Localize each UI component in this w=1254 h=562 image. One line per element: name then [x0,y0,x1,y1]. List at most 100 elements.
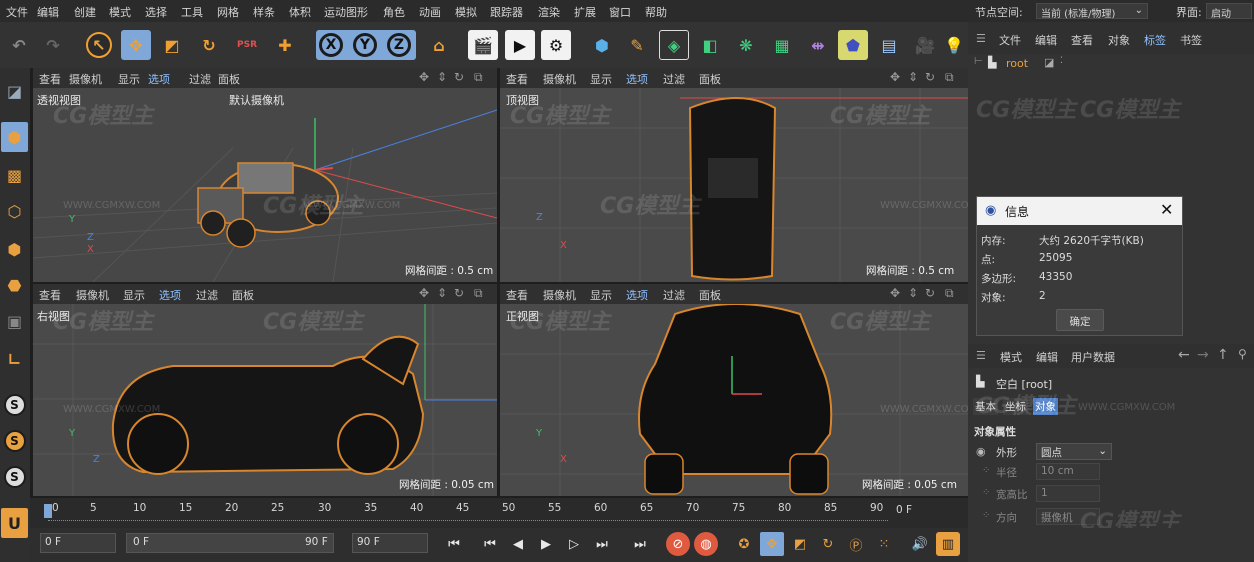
vp-menu-view[interactable]: 查看 [506,287,528,303]
vp-menu-panel[interactable]: 面板 [699,71,721,87]
am-menu-userdata[interactable]: 用户数据 [1071,349,1115,365]
vp-menu-filter[interactable]: 过滤 [189,71,211,87]
next-key-icon[interactable]: ⏭ [590,532,614,556]
menu-render[interactable]: 渲染 [538,4,560,20]
key-rotation-icon[interactable]: ↻ [816,532,840,556]
timeline-ruler[interactable]: 0 5 10 15 20 25 30 35 40 45 50 55 60 65 … [30,498,968,528]
magnet-icon[interactable]: U [1,508,28,538]
menu-mode[interactable]: 模式 [109,4,131,20]
pan-icon[interactable]: ✥ [890,70,900,84]
vp-menu-camera[interactable]: 摄像机 [69,71,102,87]
vp-menu-panel[interactable]: 面板 [218,71,240,87]
radio-icon[interactable]: ◉ [976,445,986,458]
maximize-icon[interactable]: ⧉ [945,70,954,85]
menu-simulate[interactable]: 模拟 [455,4,477,20]
world-coordinate-icon[interactable]: ⌂ [424,30,454,60]
film-icon[interactable]: ▥ [936,532,960,556]
vp-menu-filter[interactable]: 过滤 [663,71,685,87]
vp-menu-display[interactable]: 显示 [590,71,612,87]
menu-mesh[interactable]: 网格 [217,4,239,20]
radio-icon[interactable]: ⁘ [982,487,990,498]
menu-tracker[interactable]: 跟踪器 [490,4,523,20]
axis-x-lock-button[interactable]: X [319,33,343,57]
menu-file[interactable]: 文件 [6,4,28,20]
vp-menu-filter[interactable]: 过滤 [663,287,685,303]
model-mode-icon[interactable]: ⬢ [1,122,28,152]
menu-edit[interactable]: 编辑 [37,4,59,20]
menu-character[interactable]: 角色 [383,4,405,20]
goto-start-icon[interactable]: ⏮ [442,532,466,556]
menu-select[interactable]: 选择 [145,4,167,20]
autokey-icon[interactable]: ◍ [694,532,718,556]
car-model-front[interactable] [638,304,833,495]
snap-settings-icon[interactable]: S [1,426,28,456]
vp-menu-view[interactable]: 查看 [39,71,61,87]
car-model-top[interactable] [688,97,777,281]
maximize-icon[interactable]: ⧉ [474,286,483,301]
vp-menu-display[interactable]: 显示 [123,287,145,303]
menu-spline[interactable]: 样条 [253,4,275,20]
edges-mode-icon[interactable]: ⬢ [1,234,28,264]
right-viewport[interactable]: 查看 摄像机 显示 选项 过滤 面板 ✥ ⇕ ↻ ⧉ 右视图 Y Z 网格间距 … [33,284,497,496]
vp-menu-panel[interactable]: 面板 [699,287,721,303]
play-icon[interactable]: ▶ [534,532,558,556]
om-menu-file[interactable]: 文件 [999,32,1021,48]
texture-mode-icon[interactable]: ▩ [1,160,28,190]
render-picture-icon[interactable]: ▶ [505,30,535,60]
vp-menu-view[interactable]: 查看 [506,71,528,87]
axis-mode-icon[interactable]: ∟ [1,344,28,374]
menu-mograph[interactable]: 运动图形 [324,4,368,20]
vp-menu-display[interactable]: 显示 [118,71,140,87]
search-icon[interactable]: ⚲ [1238,347,1247,361]
hamburger-icon[interactable]: ☰ [976,349,986,362]
range-slider[interactable]: 0 F 90 F [126,533,334,553]
pan-icon[interactable]: ✥ [419,286,429,300]
object-row-root[interactable]: ⊢ ▙ root ◪ ⁚ [974,56,1094,72]
ok-button[interactable]: 确定 [1056,309,1104,331]
snap-icon[interactable]: S [1,390,28,420]
coordinate-tool-icon[interactable]: ✚ [270,30,300,60]
aspect-input[interactable]: 1 [1036,485,1100,502]
vp-menu-camera[interactable]: 摄像机 [76,287,109,303]
vp-menu-camera[interactable]: 摄像机 [543,287,576,303]
object-name[interactable]: root [1006,57,1028,70]
om-menu-bookmarks[interactable]: 书签 [1180,32,1202,48]
key-param-icon[interactable]: Ⓟ [844,532,868,556]
vp-menu-filter[interactable]: 过滤 [196,287,218,303]
subtab-object[interactable]: 对象 [1033,398,1058,415]
psr-icon[interactable]: PSR [232,30,262,60]
move-tool-icon[interactable]: ✥ [121,30,151,60]
key-scale-icon[interactable]: ◩ [788,532,812,556]
layout-select[interactable]: 启动 [1206,3,1252,20]
layer-icon[interactable]: ◪ [1044,56,1054,69]
viewport-camera-label[interactable]: 默认摄像机 [229,92,284,108]
floor-icon[interactable]: ▤ [874,30,904,60]
hamburger-icon[interactable]: ☰ [976,32,986,45]
key-position-icon[interactable]: ✥ [760,532,784,556]
maximize-icon[interactable]: ⧉ [945,286,954,301]
cube-icon[interactable]: ⬢ [587,30,617,60]
node-space-select[interactable]: 当前 (标准/物理) ⌄ [1036,3,1148,20]
subtab-basic[interactable]: 基本 [973,398,998,415]
am-menu-edit[interactable]: 编辑 [1036,349,1058,365]
axis-z-lock-button[interactable]: Z [387,33,411,57]
orbit-icon[interactable]: ↻ [925,286,935,300]
generator-icon[interactable]: ◧ [695,30,725,60]
vp-menu-display[interactable]: 显示 [590,287,612,303]
key-points-icon[interactable]: ⁙ [872,532,896,556]
vp-menu-options[interactable]: 选项 [159,287,181,303]
render-view-icon[interactable]: 🎬 [468,30,498,60]
front-viewport[interactable]: 查看 摄像机 显示 选项 过滤 面板 ✥ ⇕ ↻ ⧉ 正视图 Y X 网格间距 … [500,284,968,496]
vp-menu-options[interactable]: 选项 [626,287,648,303]
menu-create[interactable]: 创建 [74,4,96,20]
axis-y-lock-button[interactable]: Y [353,33,377,57]
up-arrow-icon[interactable]: ↑ [1217,347,1229,363]
menu-extensions[interactable]: 扩展 [574,4,596,20]
am-menu-mode[interactable]: 模式 [1000,349,1022,365]
menu-volume[interactable]: 体积 [289,4,311,20]
zoom-icon[interactable]: ⇕ [437,70,447,84]
goto-end-icon[interactable]: ⏭ [628,532,652,556]
prev-frame-icon[interactable]: ◀ [506,532,530,556]
array-icon[interactable]: ❋ [731,30,761,60]
start-frame-field[interactable]: 0 F [40,533,116,553]
